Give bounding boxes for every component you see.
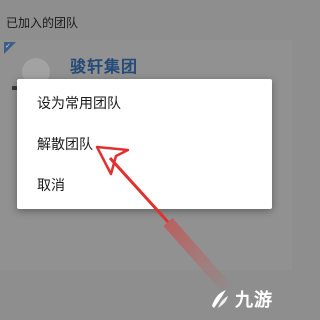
joined-teams-title: 已加入的团队 — [6, 16, 79, 30]
corner-check-icon: ✓ — [5, 42, 11, 50]
team-name: 骏轩集团 — [70, 57, 139, 76]
watermark-text: 九游 — [235, 290, 273, 311]
dissolve-team-option[interactable]: 解散团队 — [37, 134, 93, 156]
watermark: 九游 — [206, 285, 273, 313]
team-options-dialog: 设为常用团队 解散团队 取消 — [17, 79, 272, 209]
jiuyou-logo-icon — [212, 290, 228, 308]
cancel-option[interactable]: 取消 — [37, 175, 65, 197]
set-default-team-option[interactable]: 设为常用团队 — [37, 93, 121, 115]
